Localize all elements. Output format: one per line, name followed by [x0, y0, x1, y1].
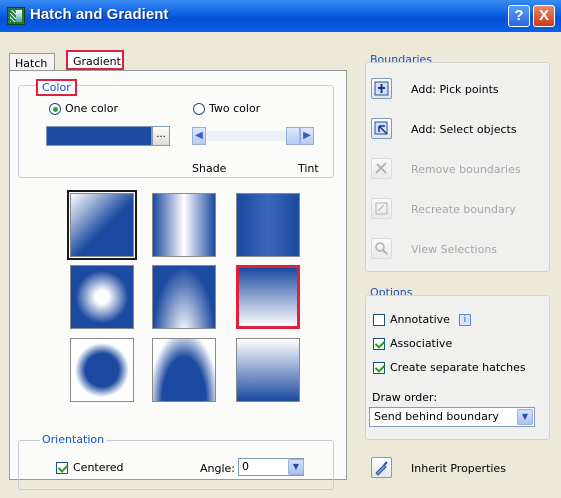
centered-checkbox[interactable]: Centered — [56, 461, 124, 474]
title-bar[interactable]: Hatch and Gradient ? X — [0, 0, 561, 32]
checkbox-indicator — [373, 313, 385, 326]
checkbox-indicator — [373, 361, 385, 374]
gradient-pattern-inv-cylinder[interactable] — [236, 193, 300, 257]
gradient-pattern-linear[interactable] — [67, 190, 137, 260]
associative-checkbox[interactable]: Associative — [373, 337, 452, 350]
hatch-gradient-dialog: Hatch and Gradient ? X Hatch Gradient Co… — [0, 0, 561, 498]
gradient-pattern-inv-curved[interactable] — [236, 338, 300, 402]
draw-order-select[interactable]: Send behind boundary — [369, 407, 535, 427]
tint-label: Tint — [298, 162, 319, 175]
one-color-label: One color — [65, 102, 118, 115]
two-color-radio[interactable]: Two color — [193, 102, 260, 115]
gradient-pattern-inv-hemispherical[interactable] — [152, 338, 216, 402]
separate-hatches-checkbox[interactable]: Create separate hatches — [373, 361, 526, 374]
annotative-label: Annotative — [390, 313, 450, 326]
slider-thumb[interactable] — [286, 127, 300, 145]
separate-hatches-label: Create separate hatches — [390, 361, 526, 374]
gradient-pattern-inv-spherical[interactable] — [70, 338, 134, 402]
help-button[interactable]: ? — [508, 5, 530, 27]
radio-indicator — [49, 102, 61, 115]
magnifier-icon — [371, 238, 392, 259]
color-group-label: Color — [36, 79, 77, 96]
inherit-properties-button[interactable]: Inherit Properties — [411, 462, 506, 475]
pick-points-icon[interactable] — [371, 78, 392, 99]
window-title: Hatch and Gradient — [30, 6, 169, 23]
inherit-brush-icon[interactable] — [371, 457, 392, 478]
two-color-label: Two color — [209, 102, 261, 115]
hatch-app-icon — [7, 7, 25, 25]
tab-hatch[interactable]: Hatch — [9, 53, 55, 70]
tint-arrow-right-icon[interactable]: ▶ — [300, 127, 314, 145]
add-select-objects-button[interactable]: Add: Select objects — [411, 123, 517, 136]
shade-label: Shade — [192, 162, 227, 175]
add-pick-points-button[interactable]: Add: Pick points — [411, 83, 499, 96]
color-swatch[interactable] — [46, 126, 152, 146]
checkbox-indicator — [56, 461, 68, 474]
one-color-radio[interactable]: One color — [49, 102, 118, 115]
shade-arrow-left-icon[interactable]: ◀ — [192, 127, 206, 145]
gradient-pattern-hemispherical[interactable] — [152, 265, 216, 329]
shade-tint-slider[interactable] — [206, 131, 286, 141]
info-icon[interactable]: i — [458, 313, 471, 326]
annotative-checkbox[interactable]: Annotative i — [373, 313, 471, 326]
checkbox-indicator — [373, 337, 385, 350]
recreate-boundary-button: Recreate boundary — [411, 203, 516, 216]
gradient-pattern-spherical[interactable] — [70, 265, 134, 329]
angle-label: Angle: — [200, 462, 236, 475]
radio-indicator — [193, 102, 205, 115]
chevron-down-icon[interactable]: ▼ — [288, 459, 304, 475]
remove-boundaries-button: Remove boundaries — [411, 163, 521, 176]
select-objects-icon[interactable] — [371, 118, 392, 139]
orientation-group-label: Orientation — [40, 433, 107, 446]
associative-label: Associative — [390, 337, 453, 350]
browse-color-button[interactable]: ... — [152, 126, 170, 146]
draw-order-label: Draw order: — [372, 391, 438, 404]
gradient-pattern-cylinder[interactable] — [152, 193, 216, 257]
gradient-pattern-curved[interactable] — [236, 265, 300, 329]
centered-label: Centered — [73, 461, 124, 474]
view-selections-button: View Selections — [411, 243, 498, 256]
recreate-boundary-icon — [371, 198, 392, 219]
remove-boundaries-icon — [371, 158, 392, 179]
close-button[interactable]: X — [533, 5, 555, 27]
tab-gradient[interactable]: Gradient — [66, 50, 124, 70]
chevron-down-icon[interactable]: ▼ — [517, 409, 533, 425]
